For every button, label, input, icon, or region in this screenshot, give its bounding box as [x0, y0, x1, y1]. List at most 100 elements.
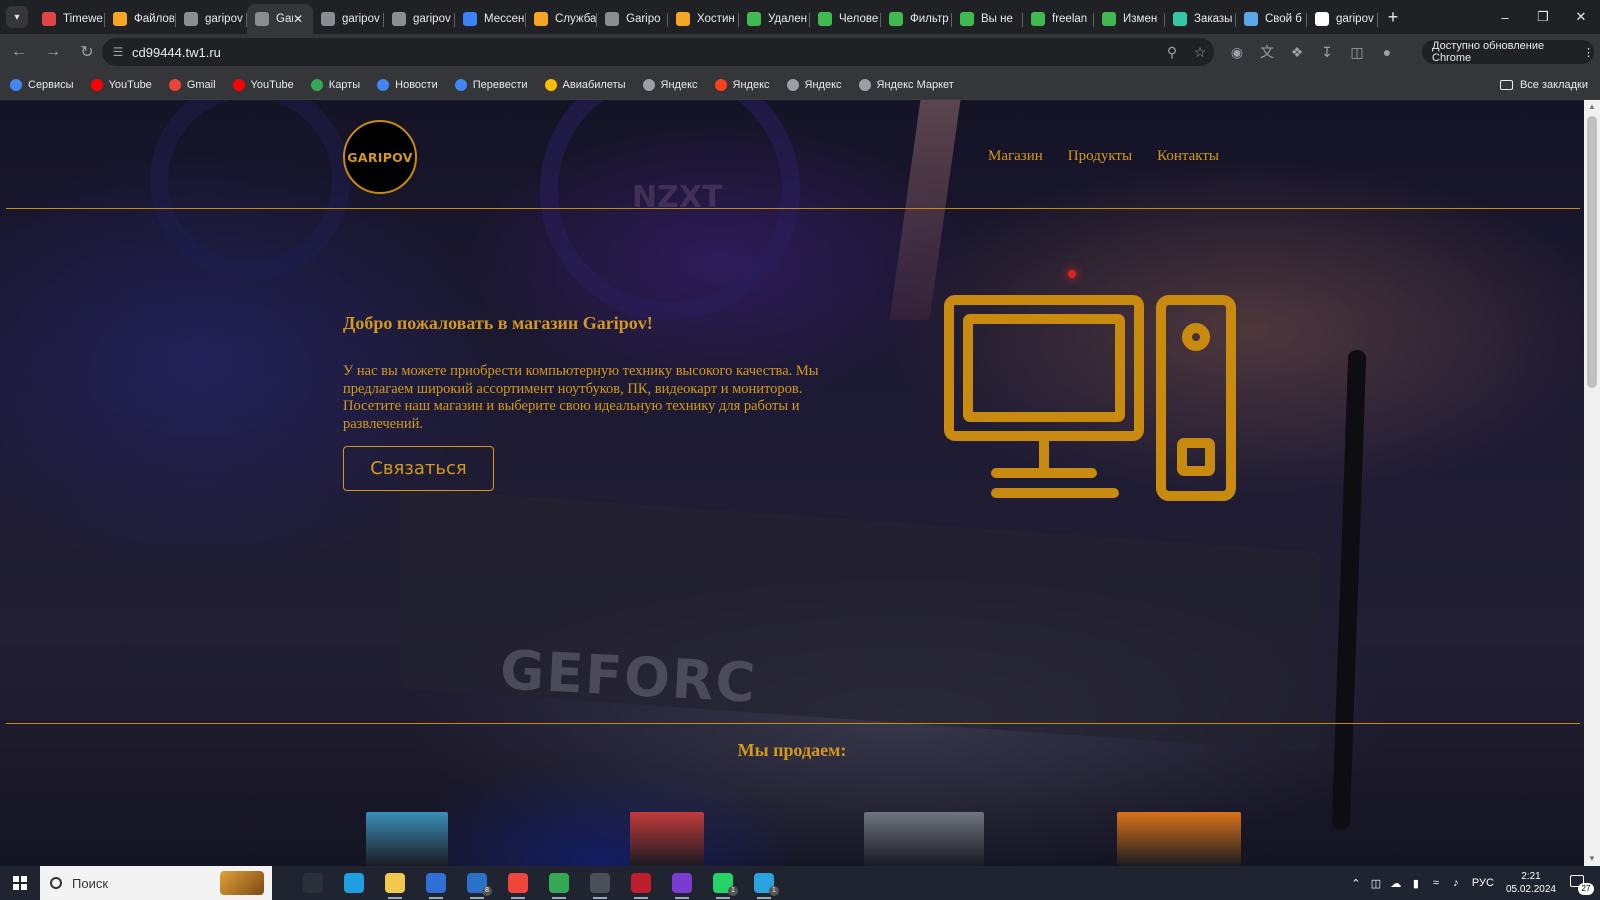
browser-tab[interactable]: Вы не — [952, 4, 1023, 34]
browser-tab-title: Фильтр — [910, 13, 949, 25]
close-tab-icon[interactable]: ✕ — [293, 12, 307, 26]
nav-link[interactable]: Магазин — [988, 148, 1043, 165]
taskbar-app[interactable] — [337, 868, 371, 898]
taskbar-app[interactable] — [624, 868, 658, 899]
bookmark-item[interactable]: YouTube — [232, 78, 294, 91]
browser-tab[interactable]: Мессен — [455, 4, 526, 34]
window-close-button[interactable]: ✕ — [1562, 0, 1600, 34]
globe-icon — [255, 12, 269, 26]
monitor-image[interactable] — [1117, 812, 1241, 866]
browser-tab[interactable]: Челове — [810, 4, 881, 34]
taskbar-app[interactable] — [583, 868, 617, 899]
bookmark-label: Яндекс Маркет — [876, 78, 954, 91]
restore-button[interactable]: ❐ — [1524, 0, 1562, 34]
browser-tab[interactable]: Хостин — [668, 4, 739, 34]
browser-tab[interactable]: garipov — [1307, 4, 1378, 34]
taskbar-app[interactable] — [542, 868, 576, 899]
browser-tab-title: Вы не — [981, 13, 1013, 25]
browser-tab[interactable]: garipov — [176, 4, 247, 34]
contact-button[interactable]: Связаться — [343, 446, 494, 491]
bookmark-item[interactable]: Сервисы — [10, 78, 74, 91]
bookmark-item[interactable]: Новости — [377, 78, 438, 91]
taskbar-app[interactable]: 8 — [460, 868, 494, 899]
bookmark-item[interactable]: Карты — [310, 78, 360, 91]
extensions-icon[interactable]: ❖ — [1282, 37, 1312, 67]
wifi-icon[interactable]: ≈ — [1426, 877, 1446, 889]
bookmark-item[interactable]: Авиабилеты — [544, 78, 626, 91]
browser-tab[interactable]: Файлов — [105, 4, 176, 34]
nav-link[interactable]: Контакты — [1157, 148, 1219, 165]
figma-icon — [672, 873, 692, 893]
browser-tab-title: Timewe — [63, 13, 103, 25]
globe-icon — [858, 78, 871, 91]
browser-tab[interactable]: Заказы — [1165, 4, 1236, 34]
browser-tab[interactable]: Свой б — [1236, 4, 1307, 34]
browser-tab[interactable]: freelan — [1023, 4, 1094, 34]
minimize-button[interactable]: – — [1486, 0, 1524, 34]
taskbar-app[interactable] — [296, 868, 330, 898]
taskbar-app[interactable] — [501, 868, 535, 899]
browser-tab[interactable]: Garipo — [597, 4, 668, 34]
browser-tab[interactable]: Gar✕ — [247, 4, 313, 34]
browser-tab[interactable]: garipov — [313, 4, 384, 34]
battery-icon[interactable]: ▮ — [1406, 877, 1426, 890]
taskbar-search[interactable]: Поиск — [40, 866, 272, 900]
address-bar[interactable]: ☰ cd99444.tw1.ru ⚲ ☆ — [102, 38, 1214, 66]
tab-search-button[interactable]: ▾ — [6, 6, 28, 28]
scroll-up-arrow-icon[interactable]: ▲ — [1584, 100, 1600, 114]
graphics-card-image[interactable] — [864, 812, 984, 866]
forward-button[interactable]: → — [38, 37, 68, 67]
all-bookmarks-button[interactable]: Все закладки — [1499, 70, 1588, 100]
taskbar-app[interactable] — [419, 868, 453, 899]
bookmark-item[interactable]: YouTube — [90, 78, 152, 91]
bookmark-item[interactable]: Gmail — [168, 78, 216, 91]
vpn-globe-icon[interactable]: ◉ — [1222, 37, 1252, 67]
language-indicator[interactable]: РУС — [1472, 877, 1494, 889]
url-text[interactable]: cd99444.tw1.ru — [132, 45, 1158, 60]
tray-overflow-icon[interactable]: ⌃ — [1346, 877, 1366, 890]
browser-tab[interactable]: Удален — [739, 4, 810, 34]
taskbar-app[interactable]: 1 — [706, 868, 740, 899]
browser-tab[interactable]: garipov — [384, 4, 455, 34]
chrome-icon — [549, 873, 569, 893]
start-button[interactable] — [0, 866, 40, 900]
bookmark-item[interactable]: Яндекс — [642, 78, 698, 91]
bookmark-item[interactable]: Перевести — [454, 78, 528, 91]
clock[interactable]: 2:21 05.02.2024 — [1506, 870, 1556, 896]
browser-tab[interactable]: Служба — [526, 4, 597, 34]
taskbar-app[interactable]: 1 — [747, 868, 781, 899]
profile-avatar-icon[interactable]: ● — [1372, 37, 1402, 67]
volume-icon[interactable]: ♪ — [1446, 877, 1466, 889]
browser-tab[interactable]: Фильтр — [881, 4, 952, 34]
scroll-down-arrow-icon[interactable]: ▼ — [1584, 852, 1600, 866]
taskbar-app[interactable] — [665, 868, 699, 899]
notification-center-button[interactable]: 27 — [1566, 871, 1594, 895]
nav-link[interactable]: Продукты — [1068, 148, 1132, 165]
scrollbar-thumb[interactable] — [1587, 116, 1597, 388]
page-scrollbar[interactable]: ▲ ▼ — [1584, 100, 1600, 866]
news-icon — [377, 78, 390, 91]
chrome-update-button[interactable]: Доступно обновление Chrome ⋮ — [1422, 40, 1594, 64]
taskbar-app[interactable] — [378, 868, 412, 899]
bookmark-item[interactable]: Яндекс Маркет — [858, 78, 954, 91]
tray-app-icon[interactable]: ◫ — [1366, 877, 1386, 890]
browser-tab-title: Garipo — [626, 13, 661, 25]
side-panel-icon[interactable]: ◫ — [1342, 37, 1372, 67]
bookmark-star-icon[interactable]: ☆ — [1186, 44, 1214, 61]
pc-case-image[interactable] — [630, 812, 704, 866]
browser-tab[interactable]: Timewe — [34, 4, 105, 34]
site-info-icon[interactable]: ☰ — [104, 45, 132, 59]
back-button[interactable]: ← — [4, 37, 34, 67]
translate-icon[interactable]: 文 — [1252, 37, 1282, 67]
browser-tab[interactable]: Измен — [1094, 4, 1165, 34]
reload-button[interactable]: ↻ — [72, 37, 102, 67]
taskbar-search-placeholder: Поиск — [72, 875, 109, 891]
laptop-image[interactable] — [366, 812, 448, 866]
new-tab-button[interactable]: + — [1380, 4, 1406, 30]
onedrive-icon[interactable]: ☁ — [1386, 877, 1406, 890]
download-icon[interactable]: ↧ — [1312, 37, 1342, 67]
bookmark-item[interactable]: Яндекс — [714, 78, 770, 91]
site-logo[interactable]: GARIPOV — [343, 120, 417, 194]
zoom-icon[interactable]: ⚲ — [1158, 44, 1186, 61]
bookmark-item[interactable]: Яндекс — [786, 78, 842, 91]
